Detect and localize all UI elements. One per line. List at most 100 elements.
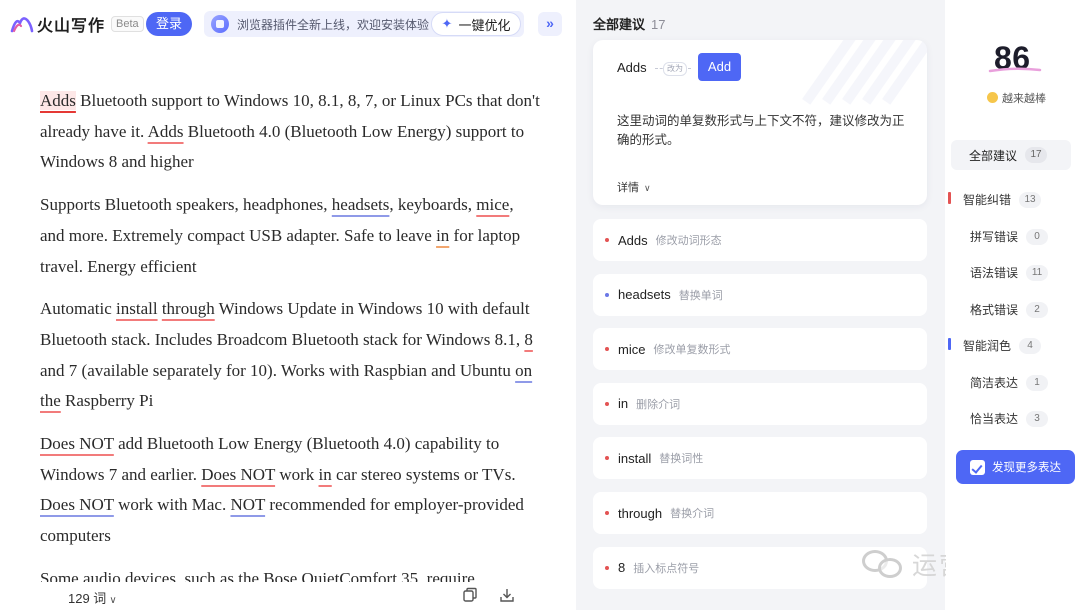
text-segment: Automatic [40, 299, 117, 319]
issue-underline[interactable]: 8 [524, 330, 533, 349]
issue-underline[interactable]: NOT [230, 495, 265, 514]
suggestion-item[interactable]: through 替换介词 [593, 492, 927, 534]
one-click-optimize-button[interactable]: ✦ 一键优化 [431, 12, 521, 36]
issue-underline[interactable]: through [162, 299, 215, 318]
category-count: 11 [1026, 264, 1049, 281]
text-segment: , keyboards, [389, 195, 477, 215]
suggestion-word: mice [618, 341, 646, 357]
discover-more-label: 发现更多表达 [992, 462, 1061, 474]
category-marker [948, 192, 951, 204]
category-label: 简洁表达 [970, 376, 1019, 390]
category-count: 1 [1026, 374, 1049, 391]
discover-more-button[interactable]: 发现更多表达 [956, 450, 1075, 484]
text-segment: work [275, 464, 319, 484]
word-count: 129 词 [68, 591, 107, 606]
score-pane: 86 越来越棒 全部建议 17 智能纠错 13 拼写错误 0 语法错误 11 格式错误 2 智能… [946, 0, 1080, 610]
suggestion-word: headsets [618, 287, 671, 303]
active-issue-highlight[interactable]: Adds [40, 91, 76, 110]
issue-underline[interactable]: Does NOT [201, 465, 275, 484]
suggestion-item[interactable]: headsets 替换单词 [593, 273, 927, 316]
category-item[interactable]: 拼写错误 0 [970, 228, 1049, 245]
document-body[interactable]: Adds Bluetooth support to Windows 10, 8.… [40, 86, 540, 582]
issue-underline[interactable]: install [116, 299, 158, 318]
category-item[interactable]: 智能纠错 13 [948, 191, 1042, 208]
notice-text: 浏览器插件全新上线，欢迎安装体验 [237, 17, 430, 32]
download-icon[interactable] [499, 587, 515, 603]
suggestion-word: install [618, 450, 652, 466]
score-feedback: 越来越棒 [987, 90, 1046, 106]
edit-check-icon [970, 459, 985, 475]
change-tag: 改为 [663, 62, 687, 76]
document-paragraph[interactable]: Some audio devices, such as the Bose Qui… [40, 564, 540, 582]
score-feedback-text: 越来越棒 [1002, 93, 1046, 105]
suggestion-item[interactable]: mice 修改单复数形式 [593, 328, 927, 371]
category-all[interactable]: 全部建议 17 [951, 140, 1071, 170]
text-segment: car stereo systems or TVs. [331, 464, 516, 484]
app-name: 火山写作 [37, 18, 106, 35]
document-paragraph[interactable]: Automatic install through Windows Update… [40, 294, 540, 417]
issue-dot-icon [605, 456, 609, 461]
suggestion-item[interactable]: install 替换词性 [593, 437, 927, 480]
document-paragraph[interactable]: Adds Bluetooth support to Windows 10, 8.… [40, 86, 540, 178]
login-button[interactable]: 登录 [146, 12, 192, 36]
issue-underline[interactable]: mice [476, 195, 509, 214]
document-footer: 129 词 ∨ [0, 582, 575, 610]
category-label: 恰当表达 [970, 412, 1019, 426]
category-count: 4 [1019, 337, 1042, 354]
suggestion-description: 这里动词的单复数形式与上下文不符，建议修改为正确的形式。 [617, 114, 905, 147]
volcano-logo-icon [10, 17, 34, 33]
details-label: 详情 [617, 182, 639, 194]
suggestion-word: Adds [618, 232, 648, 248]
suggestion-word: through [618, 505, 663, 521]
category-item[interactable]: 智能润色 4 [948, 337, 1042, 354]
issue-underline[interactable]: Adds [148, 122, 184, 141]
beta-badge: Beta [111, 16, 144, 32]
issue-underline[interactable]: headsets [332, 195, 390, 214]
suggestion-count: 17 [651, 17, 666, 32]
issue-underline[interactable]: Does NOT [40, 434, 114, 453]
text-segment: work with Mac. [113, 495, 231, 515]
copy-icon[interactable] [462, 587, 478, 603]
suggestion-type: 替换介词 [670, 508, 715, 520]
suggestion-type: 删除介词 [636, 398, 681, 411]
app-logo[interactable]: 火山写作 Beta [10, 12, 144, 36]
category-count: 2 [1026, 301, 1049, 318]
chevron-down-icon: ∨ [644, 183, 651, 193]
expand-panel-icon[interactable]: » [538, 12, 562, 36]
category-count: 3 [1026, 410, 1049, 427]
issue-underline[interactable]: Does NOT [40, 495, 114, 514]
issue-underline[interactable]: in [436, 226, 449, 245]
puzzle-icon [211, 15, 229, 33]
issue-dot-icon [605, 347, 609, 352]
document-paragraph[interactable]: Does NOT add Bluetooth Low Energy (Bluet… [40, 429, 540, 552]
word-count-dropdown[interactable]: 129 词 ∨ [68, 588, 117, 607]
suggestion-item[interactable]: in 删除介词 [593, 382, 927, 425]
suggestion-detail-card[interactable]: Adds 改为 Add 这里动词的单复数形式与上下文不符，建议修改为正确的形式。… [593, 40, 927, 205]
issue-underline[interactable]: on [515, 361, 532, 380]
category-marker [948, 338, 951, 350]
change-arrow: 改为 [655, 62, 693, 76]
category-all-count: 17 [1025, 147, 1048, 163]
category-count: 0 [1026, 228, 1049, 245]
category-item[interactable]: 格式错误 2 [970, 301, 1049, 318]
category-item[interactable]: 恰当表达 3 [970, 410, 1049, 427]
issue-underline[interactable]: in [319, 465, 332, 484]
details-toggle[interactable]: 详情 ∨ [617, 179, 651, 195]
category-all-label: 全部建议 [969, 148, 1018, 163]
sparkle-icon: ✦ [441, 16, 453, 31]
issue-underline[interactable]: the [40, 391, 61, 410]
category-count: 13 [1019, 191, 1042, 208]
suggestion-item[interactable]: Adds 修改动词形态 [593, 219, 927, 261]
category-label: 格式错误 [970, 303, 1019, 317]
text-segment: Supports Bluetooth speakers, headphones, [40, 195, 332, 215]
suggestion-type: 插入标点符号 [633, 562, 700, 575]
category-item[interactable]: 语法错误 11 [970, 264, 1049, 281]
text-segment: Some audio devices, such as the Bose Qui… [40, 568, 475, 582]
text-segment: and 7 (available separately for 10). Wor… [40, 360, 516, 380]
category-item[interactable]: 简洁表达 1 [970, 374, 1049, 391]
accept-replacement-button[interactable]: Add [698, 53, 741, 81]
suggestion-header: 全部建议 17 [593, 14, 665, 33]
document-paragraph[interactable]: Supports Bluetooth speakers, headphones,… [40, 190, 540, 282]
score-underline [988, 67, 1042, 73]
suggestion-type: 替换词性 [659, 453, 704, 466]
